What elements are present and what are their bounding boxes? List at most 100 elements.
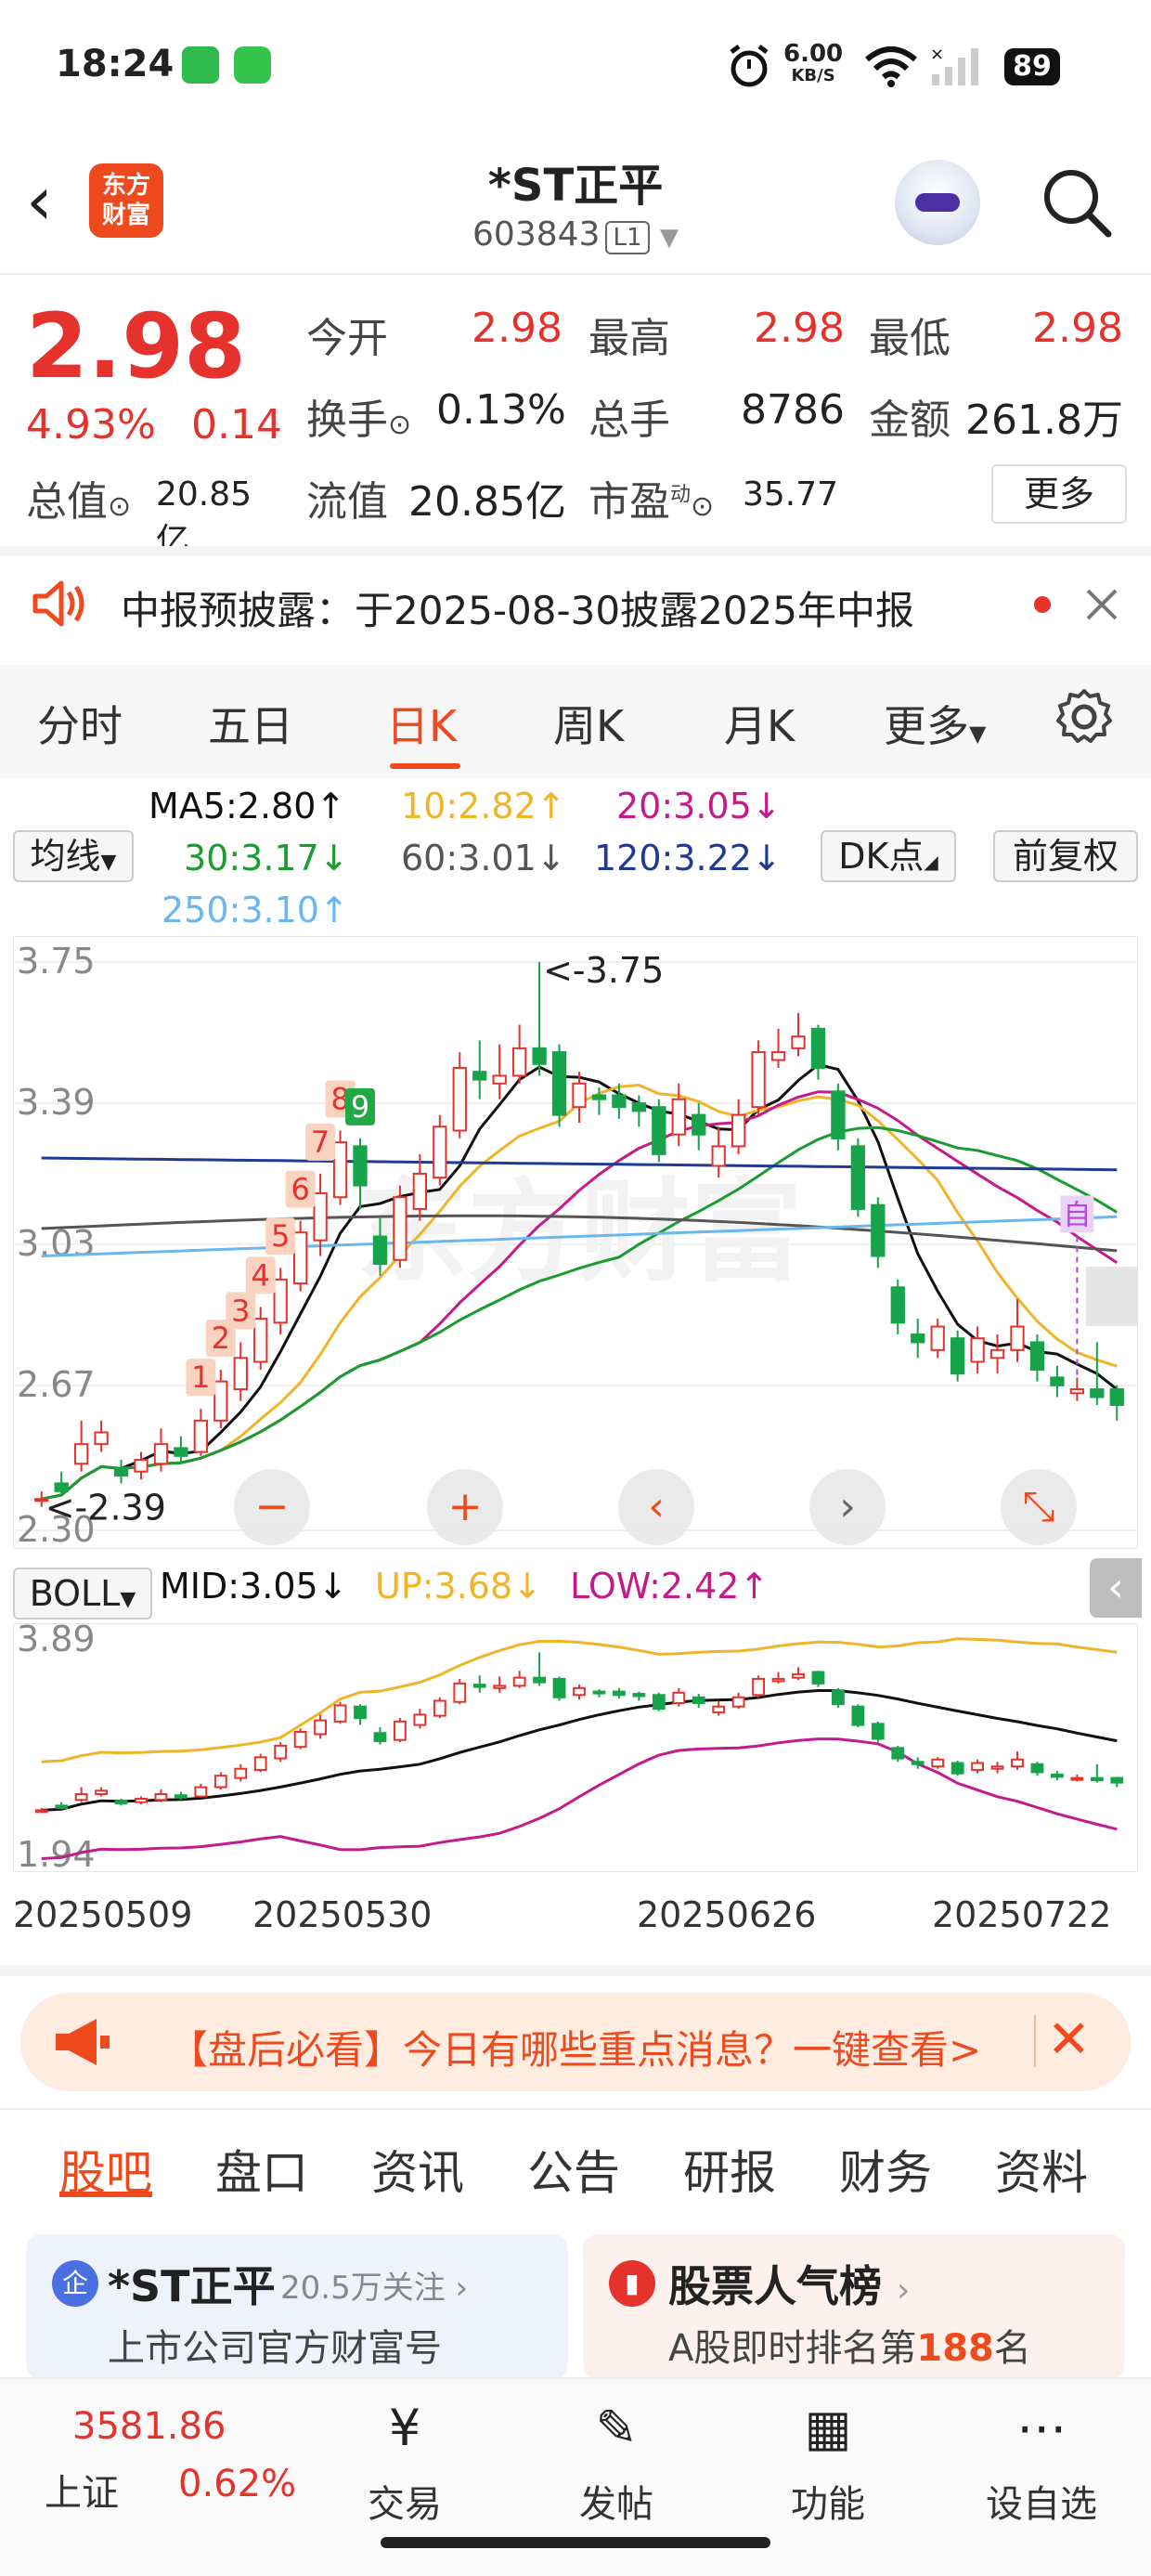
notice-bar[interactable]: 中报预披露：于2025-08-30披露2025年中报 [0,552,1151,656]
candle-body [213,1775,227,1789]
active-tab-indicator [390,763,460,769]
level-badge: L1 [605,221,650,254]
candle-body [94,1431,109,1446]
dk-marker-label: 7 [311,1125,330,1160]
max-price-annotation: <-3.75 [543,950,664,991]
app-notification-icon [234,46,271,84]
more-dots-icon: ⋯ [1016,2399,1067,2457]
market-cap-label[interactable]: 总值⊙ [26,468,131,527]
home-indicator [381,2537,770,2548]
candle-body [1090,1388,1105,1399]
tab-profile[interactable]: 资料 [995,2136,1088,2203]
card-subtitle: 上市公司官方财富号 [108,2327,442,2370]
tab-news[interactable]: 资讯 [371,2136,464,2203]
candle-body [1051,1773,1064,1778]
date-label: 20250722 [932,1894,1112,1935]
scroll-handle[interactable] [1086,1267,1138,1326]
nav-post[interactable]: ✎ 发帖 [542,2396,691,2528]
candle-body [175,1794,188,1799]
index-value[interactable]: 3581.86 [72,2405,226,2448]
date-label: 20250530 [252,1894,433,1935]
megaphone-icon [56,2019,110,2065]
tab-monthly-k[interactable]: 月K [724,693,795,754]
zoom-out-button[interactable]: − [234,1469,310,1545]
boll-selector[interactable]: BOLL▼ [13,1568,152,1620]
candle-body [810,1027,826,1069]
dk-marker-label: 1 [191,1360,210,1395]
zoom-in-button[interactable]: + [427,1469,503,1545]
more-stats-button[interactable]: 更多 [991,464,1127,524]
dk-marker-label: 3 [231,1293,250,1328]
candlestick-chart[interactable]: 3.753.393.032.672.30 东方财富 12345678 9自 <-3… [13,936,1138,1549]
info-icon: ⊙ [108,490,132,523]
promo-banner[interactable]: 【盘后必看】今日有哪些重点消息？一键查看> ✕ [20,1993,1131,2091]
dk-points-button[interactable]: DK点◢ [821,830,956,882]
tab-weekly-k[interactable]: 周K [553,693,624,754]
candle-body [532,1047,547,1065]
candle-body [1010,1325,1025,1351]
pan-left-button[interactable]: ‹ [618,1469,694,1545]
wifi-icon [865,46,917,87]
candle-body [313,1192,328,1242]
ma10-label: 10:2.82↑ [401,786,566,826]
unread-dot [1034,596,1051,613]
candle-body [1011,1758,1024,1768]
adjust-mode-button[interactable]: 前复权 [993,830,1138,882]
tab-five-day[interactable]: 五日 [208,693,293,754]
index-name[interactable]: 上证 [45,2463,119,2517]
tab-daily-k[interactable]: 日K [386,693,457,754]
candle-body [113,1466,129,1477]
indicator-selector[interactable]: 均线▼ [13,830,134,882]
candle-body [453,1682,467,1703]
candle-body [731,1696,745,1708]
float-cap-value: 20.85亿 [408,478,566,526]
boll-low-label: LOW:2.42↑ [570,1566,769,1607]
tab-research[interactable]: 研报 [683,2136,776,2203]
trade-icon: ¥ [388,2399,421,2457]
candle-body [95,1789,108,1796]
nav-functions[interactable]: ▦ 功能 [754,2396,902,2528]
candle-body [692,1696,705,1704]
candle-body [851,1705,865,1726]
index-change[interactable]: 0.62% [178,2463,296,2505]
candle-body [314,1719,327,1736]
tab-more[interactable]: 更多▼ [884,693,986,754]
nav-trade[interactable]: ¥ 交易 [330,2396,479,2528]
chevron-down-icon: ▼ [969,721,987,747]
pan-right-button[interactable]: › [809,1469,886,1545]
tab-orderbook[interactable]: 盘口 [215,2136,308,2203]
tab-intraday[interactable]: 分时 [37,693,123,754]
rank-text: A股即时排名第188名 [668,2327,1031,2370]
float-cap-label: 流值 [306,478,388,526]
nav-add-watchlist[interactable]: ⋯ 设自选 [967,2396,1116,2528]
candle-body [792,1672,805,1679]
close-icon[interactable]: ✕ [1047,2010,1091,2070]
candle-body [989,1348,1005,1360]
official-account-card[interactable]: 企 *ST正平 20.5万关注 › 上市公司官方财富号 [26,2234,568,2379]
edit-icon: ✎ [595,2399,638,2457]
candle-body [253,1756,267,1771]
collapse-panel-button[interactable]: ‹ [1090,1558,1142,1618]
gear-icon[interactable] [1054,687,1114,747]
assistant-robot-icon[interactable] [895,160,980,245]
tab-announcements[interactable]: 公告 [527,2136,620,2203]
boll-upper-line [41,1637,1118,1763]
tab-financials[interactable]: 财务 [839,2136,932,2203]
candle-body [613,1690,626,1697]
candle-body [394,1720,407,1741]
pe-label[interactable]: 市盈动⊙ [588,468,714,527]
turnover-label[interactable]: 换手⊙ [306,386,411,446]
kline-period-tabs: 分时 五日 日K 周K 月K 更多▼ [0,665,1151,778]
alarm-icon [730,45,769,87]
search-icon[interactable] [1038,163,1114,240]
expand-icon[interactable]: ⤡ [1001,1469,1077,1545]
stock-code-row[interactable]: 603843 L1 ▼ [0,215,1151,254]
close-icon[interactable] [1084,587,1119,622]
chevron-down-icon: ▼ [659,224,679,252]
popularity-rank-card[interactable]: ▮ 股票人气榜 › A股即时排名第188名 [583,2234,1125,2379]
network-speed: 6.00 KB/S [783,40,844,85]
volume-value: 8786 [741,386,845,434]
min-price-annotation: <-2.39 [45,1488,166,1529]
open-value: 2.98 [472,305,563,352]
boll-chart[interactable]: 3.891.94 [13,1623,1138,1872]
